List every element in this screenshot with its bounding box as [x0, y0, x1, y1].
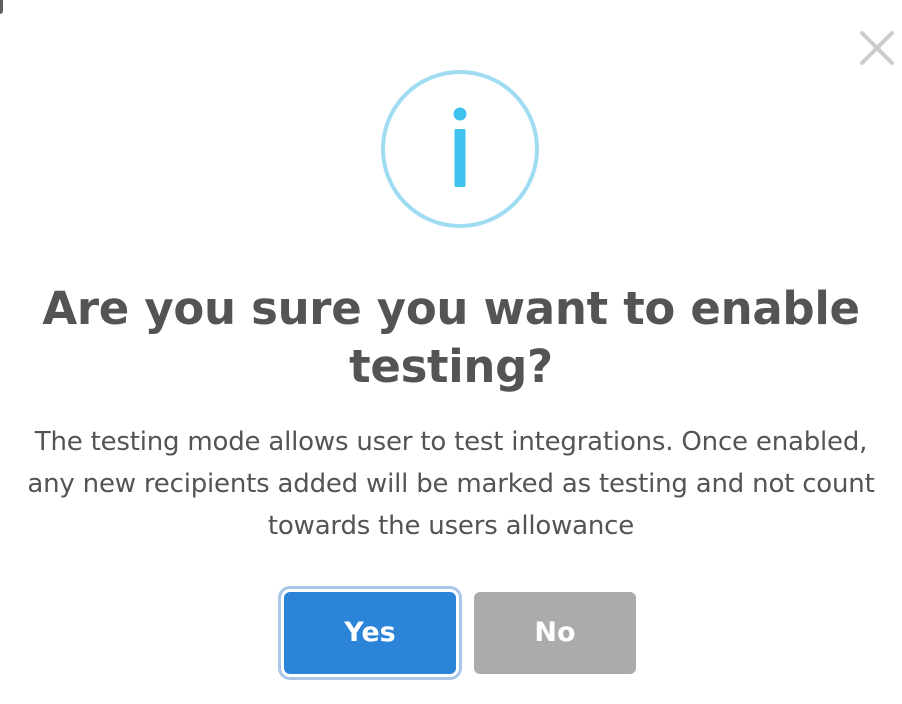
close-icon — [860, 31, 894, 65]
close-button[interactable] — [855, 26, 899, 70]
confirm-button[interactable]: Yes — [284, 592, 456, 674]
cancel-button[interactable]: No — [474, 592, 636, 674]
dialog-message: The testing mode allows user to test int… — [27, 427, 875, 541]
dialog-title: Are you sure you want to enable testing? — [42, 282, 860, 393]
info-icon — [380, 69, 540, 229]
corner-mark — [0, 0, 3, 14]
dialog-actions: Yes No — [0, 586, 902, 682]
confirm-dialog: Are you sure you want to enable testing?… — [0, 0, 902, 704]
